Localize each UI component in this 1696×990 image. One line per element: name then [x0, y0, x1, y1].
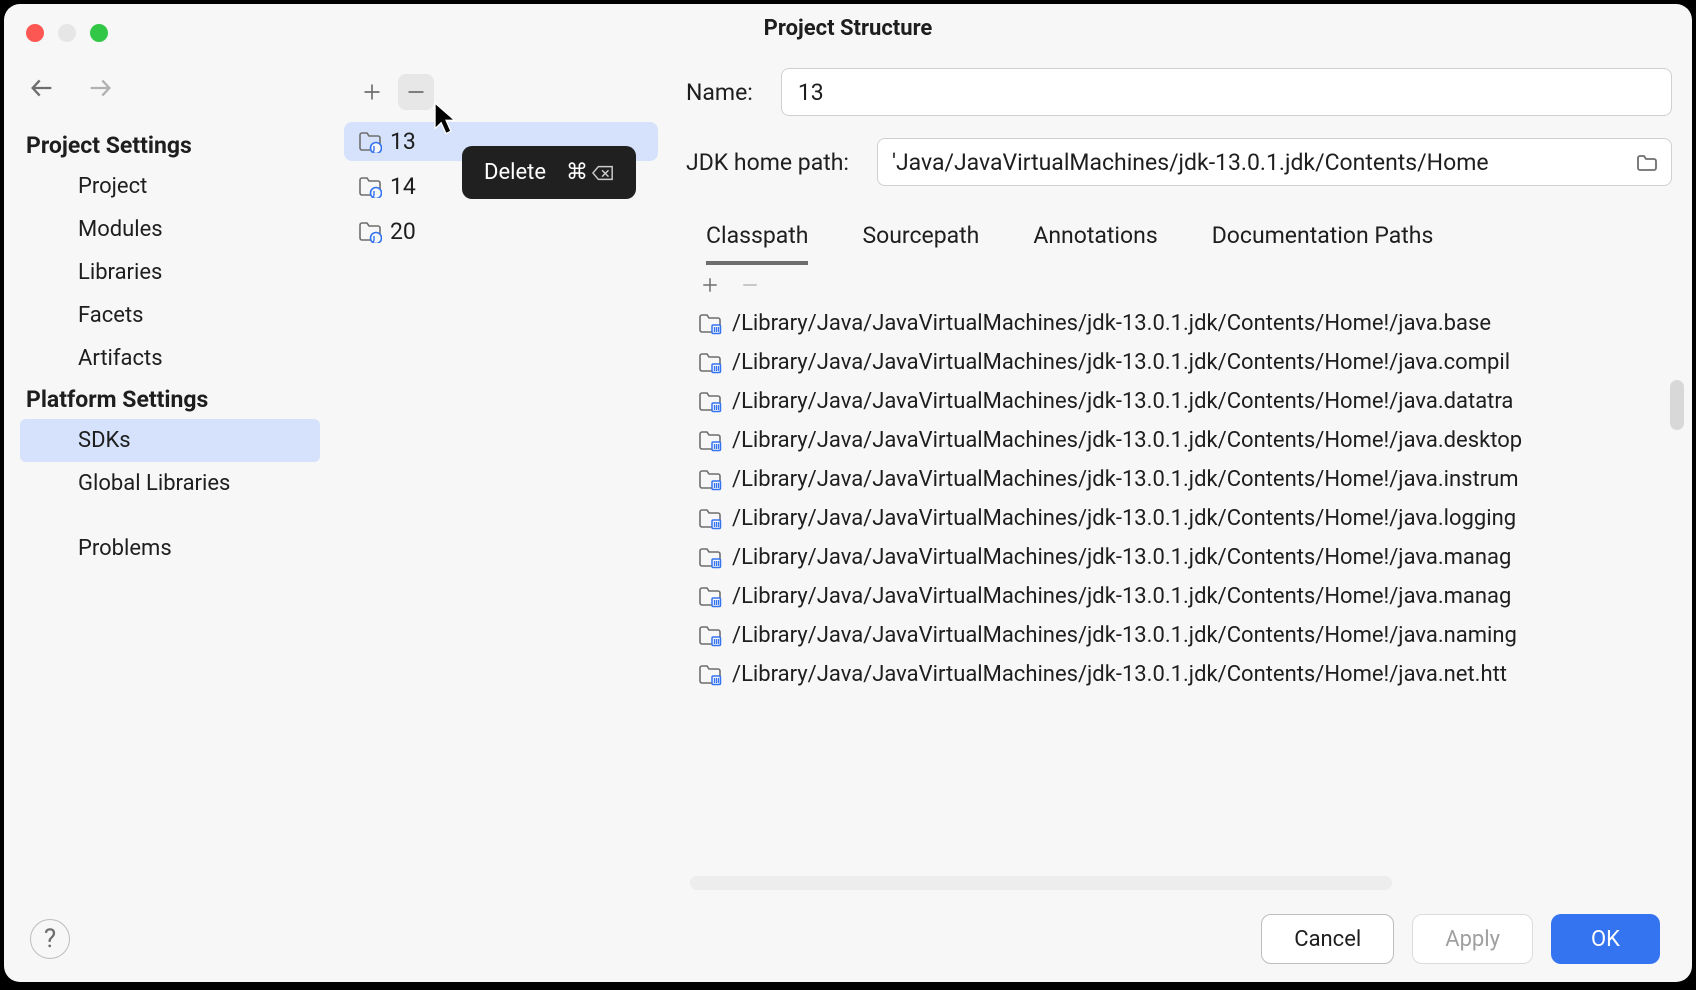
- classpath-item-path: /Library/Java/JavaVirtualMachines/jdk-13…: [732, 584, 1511, 609]
- apply-button[interactable]: Apply: [1412, 914, 1533, 964]
- jdk-folder-icon: [358, 221, 382, 243]
- project-structure-dialog: Project Structure Project SettingsProjec…: [4, 4, 1692, 982]
- classpath-item-path: /Library/Java/JavaVirtualMachines/jdk-13…: [732, 623, 1517, 648]
- sidebar-item-artifacts[interactable]: Artifacts: [4, 337, 336, 380]
- classpath-item-path: /Library/Java/JavaVirtualMachines/jdk-13…: [732, 506, 1516, 531]
- classpath-item-path: /Library/Java/JavaVirtualMachines/jdk-13…: [732, 389, 1513, 414]
- nav-back-forward: [4, 74, 336, 98]
- jdk-path-text: 'Java/JavaVirtualMachines/jdk-13.0.1.jdk…: [892, 149, 1625, 176]
- delete-tooltip: Delete ⌘: [462, 146, 636, 199]
- classpath-item[interactable]: /Library/Java/JavaVirtualMachines/jdk-13…: [698, 623, 1664, 648]
- vertical-scrollbar[interactable]: [1670, 380, 1684, 430]
- path-row: JDK home path: 'Java/JavaVirtualMachines…: [686, 138, 1672, 186]
- library-folder-icon: [698, 313, 722, 335]
- classpath-item-path: /Library/Java/JavaVirtualMachines/jdk-13…: [732, 545, 1511, 570]
- classpath-item-path: /Library/Java/JavaVirtualMachines/jdk-13…: [732, 311, 1491, 336]
- library-folder-icon: [698, 664, 722, 686]
- sidebar: Project SettingsProjectModulesLibrariesF…: [4, 52, 336, 896]
- content: Project SettingsProjectModulesLibrariesF…: [4, 52, 1692, 896]
- sidebar-item-modules[interactable]: Modules: [4, 208, 336, 251]
- add-sdk-button[interactable]: [354, 74, 390, 110]
- sdk-toolbar: [336, 64, 666, 120]
- library-folder-icon: [698, 391, 722, 413]
- library-folder-icon: [698, 508, 722, 530]
- horizontal-scrollbar[interactable]: [690, 876, 1392, 890]
- maximize-window-button[interactable]: [90, 24, 108, 42]
- classpath-item-path: /Library/Java/JavaVirtualMachines/jdk-13…: [732, 662, 1507, 687]
- minimize-window-button[interactable]: [58, 24, 76, 42]
- remove-classpath-button[interactable]: [738, 273, 762, 297]
- remove-sdk-button[interactable]: [398, 74, 434, 110]
- detail-panel: Name: JDK home path: 'Java/JavaVirtualMa…: [666, 52, 1692, 896]
- tab-sourcepath[interactable]: Sourcepath: [862, 222, 979, 265]
- tab-documentation-paths[interactable]: Documentation Paths: [1212, 222, 1434, 265]
- classpath-item[interactable]: /Library/Java/JavaVirtualMachines/jdk-13…: [698, 545, 1664, 570]
- classpath-item[interactable]: /Library/Java/JavaVirtualMachines/jdk-13…: [698, 428, 1664, 453]
- tab-annotations[interactable]: Annotations: [1033, 222, 1157, 265]
- name-label: Name:: [686, 79, 753, 106]
- sidebar-item-facets[interactable]: Facets: [4, 294, 336, 337]
- classpath-item-path: /Library/Java/JavaVirtualMachines/jdk-13…: [732, 467, 1519, 492]
- sdk-name-input[interactable]: [781, 68, 1672, 116]
- jdk-path-field[interactable]: 'Java/JavaVirtualMachines/jdk-13.0.1.jdk…: [877, 138, 1672, 186]
- classpath-item[interactable]: /Library/Java/JavaVirtualMachines/jdk-13…: [698, 350, 1664, 375]
- library-folder-icon: [698, 586, 722, 608]
- sdk-list: 13 14 20: [336, 120, 666, 896]
- library-folder-icon: [698, 430, 722, 452]
- sidebar-item-problems[interactable]: Problems: [4, 527, 336, 570]
- traffic-lights: [26, 24, 108, 42]
- browse-folder-icon[interactable]: [1635, 151, 1659, 173]
- sidebar-item-global-libraries[interactable]: Global Libraries: [4, 462, 336, 505]
- library-folder-icon: [698, 625, 722, 647]
- classpath-item[interactable]: /Library/Java/JavaVirtualMachines/jdk-13…: [698, 584, 1664, 609]
- classpath-item[interactable]: /Library/Java/JavaVirtualMachines/jdk-13…: [698, 662, 1664, 687]
- sdk-item-label: 14: [390, 173, 416, 200]
- jdk-folder-icon: [358, 131, 382, 153]
- sdk-item[interactable]: 20: [344, 212, 658, 251]
- section-project-settings: Project Settings: [4, 126, 336, 165]
- footer-buttons: Cancel Apply OK: [1261, 914, 1660, 964]
- back-icon[interactable]: [28, 74, 56, 98]
- classpath-item[interactable]: /Library/Java/JavaVirtualMachines/jdk-13…: [698, 311, 1664, 336]
- jdk-path-label: JDK home path:: [686, 149, 849, 176]
- classpath-toolbar: [686, 265, 1672, 305]
- classpath-item[interactable]: /Library/Java/JavaVirtualMachines/jdk-13…: [698, 389, 1664, 414]
- classpath-list: /Library/Java/JavaVirtualMachines/jdk-13…: [686, 305, 1672, 870]
- help-button[interactable]: ?: [30, 919, 70, 959]
- library-folder-icon: [698, 469, 722, 491]
- classpath-item[interactable]: /Library/Java/JavaVirtualMachines/jdk-13…: [698, 506, 1664, 531]
- classpath-item-path: /Library/Java/JavaVirtualMachines/jdk-13…: [732, 428, 1522, 453]
- footer: ? Cancel Apply OK: [4, 896, 1692, 982]
- library-folder-icon: [698, 547, 722, 569]
- ok-button[interactable]: OK: [1551, 914, 1660, 964]
- sidebar-item-project[interactable]: Project: [4, 165, 336, 208]
- tooltip-shortcut: ⌘: [566, 160, 614, 185]
- tooltip-label: Delete: [484, 160, 546, 185]
- sidebar-item-sdks[interactable]: SDKs: [20, 419, 320, 462]
- section-platform-settings: Platform Settings: [4, 380, 336, 419]
- backspace-icon: [592, 164, 614, 182]
- classpath-item[interactable]: /Library/Java/JavaVirtualMachines/jdk-13…: [698, 467, 1664, 492]
- window-title: Project Structure: [764, 16, 933, 41]
- cancel-button[interactable]: Cancel: [1261, 914, 1394, 964]
- library-folder-icon: [698, 352, 722, 374]
- sidebar-item-libraries[interactable]: Libraries: [4, 251, 336, 294]
- classpath-item-path: /Library/Java/JavaVirtualMachines/jdk-13…: [732, 350, 1510, 375]
- forward-icon[interactable]: [86, 74, 114, 98]
- shortcut-cmd: ⌘: [566, 160, 588, 185]
- jdk-folder-icon: [358, 176, 382, 198]
- titlebar: Project Structure: [4, 4, 1692, 52]
- close-window-button[interactable]: [26, 24, 44, 42]
- sdk-tabs: Classpath Sourcepath Annotations Documentat…: [706, 222, 1672, 265]
- name-row: Name:: [686, 68, 1672, 116]
- sdk-item-label: 20: [390, 218, 416, 245]
- tab-classpath[interactable]: Classpath: [706, 222, 808, 265]
- add-classpath-button[interactable]: [698, 273, 722, 297]
- sdk-item-label: 13: [390, 128, 416, 155]
